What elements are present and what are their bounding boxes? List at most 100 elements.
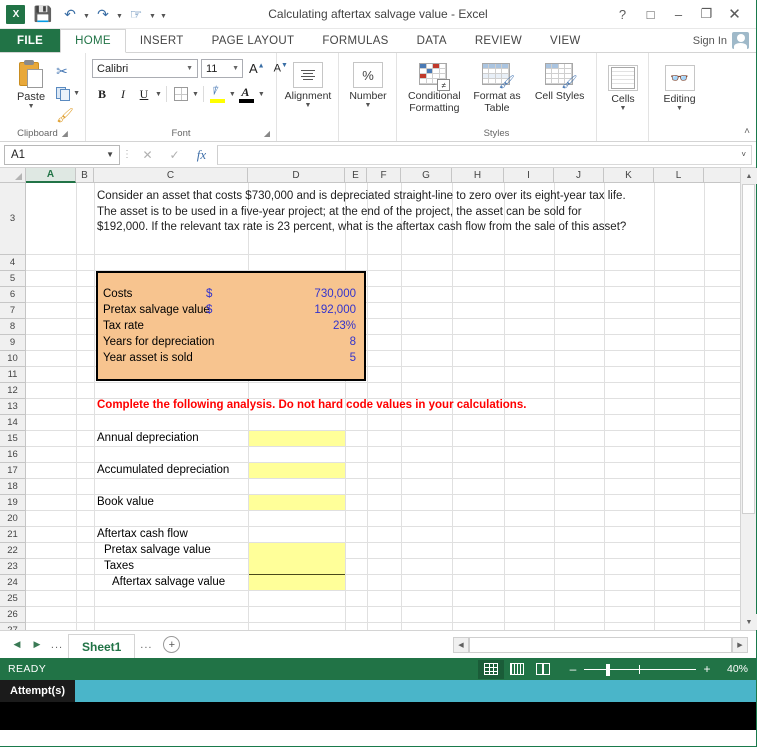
tab-file[interactable]: FILE [0, 29, 61, 52]
touch-mode-dropdown-icon[interactable]: ▼ [148, 3, 157, 25]
row-header-8[interactable]: 8 [0, 319, 26, 335]
alignment-button[interactable]: Alignment ▼ [283, 58, 333, 109]
scroll-down-icon[interactable]: ▼ [741, 614, 757, 630]
font-color-dropdown-icon[interactable]: ▼ [258, 91, 265, 98]
tab-data[interactable]: DATA [403, 29, 461, 52]
next-sheet-icon[interactable]: ▶ [28, 635, 46, 655]
scroll-right-icon[interactable]: ▶ [732, 636, 748, 653]
cell-area[interactable]: Consider an asset that costs $730,000 an… [26, 183, 740, 630]
tab-formulas[interactable]: FORMULAS [308, 29, 402, 52]
tab-view[interactable]: VIEW [536, 29, 595, 52]
name-box[interactable]: A1 ▼ [4, 144, 120, 165]
row-header-14[interactable]: 14 [0, 415, 26, 431]
borders-dropdown-icon[interactable]: ▼ [192, 91, 199, 98]
add-sheet-icon[interactable]: + [163, 636, 181, 653]
column-header-F[interactable]: F [367, 168, 401, 183]
column-header-C[interactable]: C [94, 168, 248, 183]
zoom-level-label[interactable]: 40% [714, 663, 748, 675]
input-cell-book-value[interactable] [249, 495, 345, 510]
cut-button[interactable]: ✂ [56, 62, 80, 81]
font-size-chevron-down-icon[interactable]: ▼ [232, 65, 239, 72]
underline-button[interactable]: U [134, 84, 154, 104]
font-color-button[interactable]: A [237, 84, 257, 104]
row-header-25[interactable]: 25 [0, 591, 26, 607]
row-header-24[interactable]: 24 [0, 575, 26, 591]
editing-button[interactable]: 👓 Editing ▼ [655, 61, 704, 112]
horizontal-scrollbar-track[interactable] [469, 636, 732, 653]
sign-in[interactable]: Sign In [693, 29, 756, 52]
paste-button[interactable]: Paste ▼ [6, 58, 56, 110]
previous-sheet-icon[interactable]: ◀ [8, 635, 26, 655]
row-header-12[interactable]: 12 [0, 383, 26, 399]
font-family-chevron-down-icon[interactable]: ▼ [186, 65, 193, 72]
account-avatar-icon[interactable] [732, 32, 749, 49]
row-header-3[interactable]: 3 [0, 183, 26, 255]
name-box-chevron-down-icon[interactable]: ▼ [106, 150, 114, 159]
row-header-26[interactable]: 26 [0, 607, 26, 623]
row-header-4[interactable]: 4 [0, 255, 26, 271]
font-family-input[interactable]: Calibri ▼ [92, 59, 198, 78]
row-header-27[interactable]: 27 [0, 623, 26, 630]
row-header-23[interactable]: 23 [0, 559, 26, 575]
number-button[interactable]: % Number ▼ [345, 58, 391, 109]
normal-view-icon[interactable] [478, 659, 504, 679]
row-header-21[interactable]: 21 [0, 527, 26, 543]
redo-icon[interactable]: ↷ [93, 3, 113, 25]
font-size-input[interactable]: 11 ▼ [201, 59, 243, 78]
save-icon[interactable]: 💾 [33, 3, 53, 25]
select-all-button[interactable] [0, 168, 26, 183]
conditional-formatting-button[interactable]: ≠ Conditional Formatting [403, 60, 465, 114]
ribbon-display-options-icon[interactable]: □ [637, 2, 664, 26]
cancel-formula-icon[interactable]: ✕ [134, 145, 161, 165]
cell-styles-button[interactable]: 🖌 Cell Styles [529, 60, 591, 103]
tab-home[interactable]: HOME [60, 29, 126, 53]
paste-dropdown-icon[interactable]: ▼ [28, 103, 35, 110]
column-header-E[interactable]: E [345, 168, 367, 183]
input-cell-aftertax-salvage-value[interactable] [249, 575, 345, 590]
zoom-out-icon[interactable]: – [566, 662, 580, 676]
vertical-scrollbar[interactable]: ▲ ▼ [740, 168, 757, 630]
sheet-tab-sheet1[interactable]: Sheet1 [68, 634, 136, 658]
format-as-table-button[interactable]: 🖌 Format as Table [466, 60, 528, 114]
input-cell-annual-depreciation[interactable] [249, 431, 345, 446]
row-header-10[interactable]: 10 [0, 351, 26, 367]
copy-button[interactable]: ▼ [56, 84, 80, 103]
page-break-preview-icon[interactable] [530, 660, 556, 679]
italic-button[interactable]: I [113, 84, 133, 104]
column-header-A[interactable]: A [26, 168, 76, 183]
touch-mode-icon[interactable]: ☞ [126, 3, 146, 25]
column-header-M[interactable] [704, 168, 740, 183]
collapse-ribbon-icon[interactable]: ˄ [744, 126, 750, 137]
column-header-J[interactable]: J [554, 168, 604, 183]
page-layout-view-icon[interactable] [504, 660, 530, 679]
bold-button[interactable]: B [92, 84, 112, 104]
borders-button[interactable] [171, 84, 191, 104]
row-header-7[interactable]: 7 [0, 303, 26, 319]
redo-dropdown-icon[interactable]: ▼ [115, 3, 124, 25]
horizontal-scrollbar[interactable]: ◀ ▶ [453, 636, 748, 653]
clipboard-dialog-launcher-icon[interactable]: ◢ [62, 127, 68, 141]
row-header-13[interactable]: 13 [0, 399, 26, 415]
zoom-slider-thumb[interactable] [606, 663, 610, 676]
column-header-H[interactable]: H [452, 168, 504, 183]
row-header-20[interactable]: 20 [0, 511, 26, 527]
column-header-G[interactable]: G [401, 168, 452, 183]
close-icon[interactable]: ✕ [721, 2, 748, 26]
input-cell-accumulated-depreciation[interactable] [249, 463, 345, 478]
row-header-16[interactable]: 16 [0, 447, 26, 463]
column-header-D[interactable]: D [248, 168, 345, 183]
tab-insert[interactable]: INSERT [126, 29, 198, 52]
font-dialog-launcher-icon[interactable]: ◢ [264, 127, 270, 141]
fill-color-dropdown-icon[interactable]: ▼ [229, 91, 236, 98]
cells-button[interactable]: Cells ▼ [603, 61, 643, 112]
minimize-icon[interactable]: – [665, 2, 692, 26]
column-header-L[interactable]: L [654, 168, 704, 183]
scroll-up-icon[interactable]: ▲ [741, 168, 757, 184]
tab-review[interactable]: REVIEW [461, 29, 536, 52]
vertical-scrollbar-track[interactable] [741, 184, 756, 614]
tab-page-layout[interactable]: PAGE LAYOUT [198, 29, 309, 52]
row-header-5[interactable]: 5 [0, 271, 26, 287]
alignment-dropdown-icon[interactable]: ▼ [305, 102, 312, 109]
formula-input[interactable]: ˅ [217, 144, 752, 165]
row-header-11[interactable]: 11 [0, 367, 26, 383]
